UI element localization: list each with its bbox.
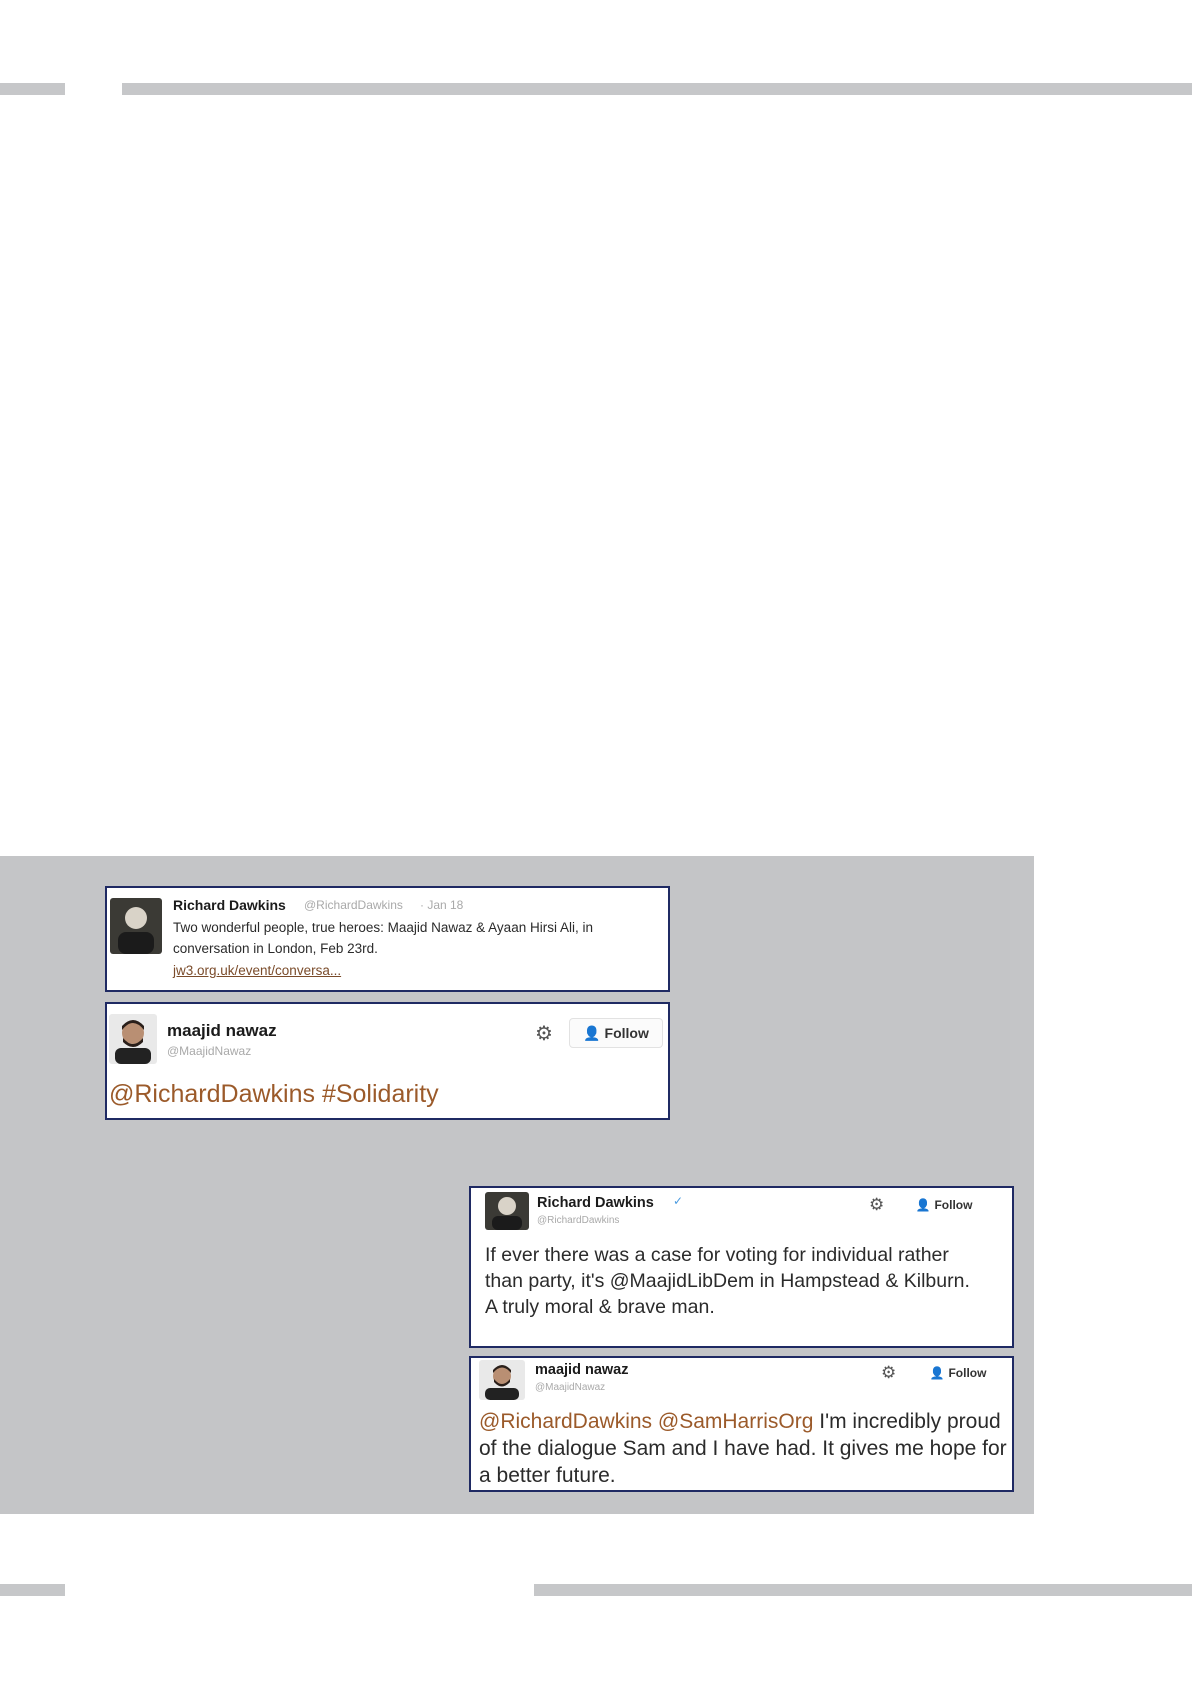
follow-label: Follow: [934, 1198, 973, 1212]
top-rule-right: [122, 83, 1192, 95]
follow-button[interactable]: 👤 Follow: [917, 1361, 999, 1385]
tweet-date[interactable]: · Jan 18: [420, 898, 463, 912]
mention[interactable]: @RichardDawkins: [109, 1080, 315, 1108]
tweet-text: If ever there was a case for voting for …: [485, 1244, 970, 1318]
gear-icon[interactable]: ⚙: [881, 1363, 896, 1383]
tweet-card-dawkins-2: Richard Dawkins ✓ @RichardDawkins ⚙ 👤 Fo…: [469, 1186, 1014, 1348]
gear-icon[interactable]: ⚙: [869, 1195, 884, 1215]
verified-badge-icon: ✓: [673, 1194, 684, 1208]
follow-label: Follow: [948, 1366, 987, 1380]
tweet-text: @RichardDawkins @SamHarrisOrg I'm incred…: [479, 1408, 1007, 1489]
mention[interactable]: @RichardDawkins: [479, 1410, 652, 1433]
tweet-card-nawaz-1: maajid nawaz @MaajidNawaz ⚙ 👤 Follow @Ri…: [105, 1002, 670, 1120]
person-add-icon: 👤: [915, 1198, 931, 1212]
avatar: [479, 1360, 525, 1400]
follow-button[interactable]: 👤 Follow: [569, 1018, 663, 1048]
tweet-card-dawkins-1: Richard Dawkins @RichardDawkins · Jan 18…: [105, 886, 670, 992]
mention[interactable]: @SamHarrisOrg: [658, 1410, 814, 1433]
avatar: [485, 1192, 529, 1230]
top-rule-left: [0, 83, 65, 95]
bottom-rule-left: [0, 1584, 65, 1596]
avatar: [110, 898, 162, 954]
follow-button[interactable]: 👤 Follow: [903, 1193, 985, 1217]
tweet-text: @RichardDawkins #Solidarity: [109, 1080, 439, 1109]
author-name[interactable]: maajid nawaz: [535, 1362, 628, 1378]
person-add-icon: 👤: [929, 1366, 945, 1380]
author-handle[interactable]: @MaajidNawaz: [167, 1044, 251, 1058]
bottom-rule-right: [534, 1584, 1192, 1596]
author-name[interactable]: Richard Dawkins: [173, 897, 286, 913]
author-name[interactable]: maajid nawaz: [167, 1021, 277, 1041]
avatar: [109, 1014, 157, 1064]
author-handle[interactable]: @MaajidNawaz: [535, 1382, 605, 1393]
tweet-text: Two wonderful people, true heroes: Maaji…: [173, 920, 593, 956]
author-name[interactable]: Richard Dawkins: [537, 1195, 654, 1211]
figure-panel: Richard Dawkins @RichardDawkins · Jan 18…: [0, 856, 1034, 1514]
person-add-icon: 👤: [583, 1024, 601, 1041]
tweet-card-nawaz-2: maajid nawaz @MaajidNawaz ⚙ 👤 Follow @Ri…: [469, 1356, 1014, 1492]
author-handle[interactable]: @RichardDawkins: [537, 1215, 619, 1226]
tweet-link[interactable]: jw3.org.uk/event/conversa...: [173, 960, 341, 981]
author-handle[interactable]: @RichardDawkins: [304, 898, 403, 912]
gear-icon[interactable]: ⚙: [535, 1021, 553, 1046]
hashtag[interactable]: #Solidarity: [322, 1080, 439, 1108]
follow-label: Follow: [604, 1025, 649, 1041]
